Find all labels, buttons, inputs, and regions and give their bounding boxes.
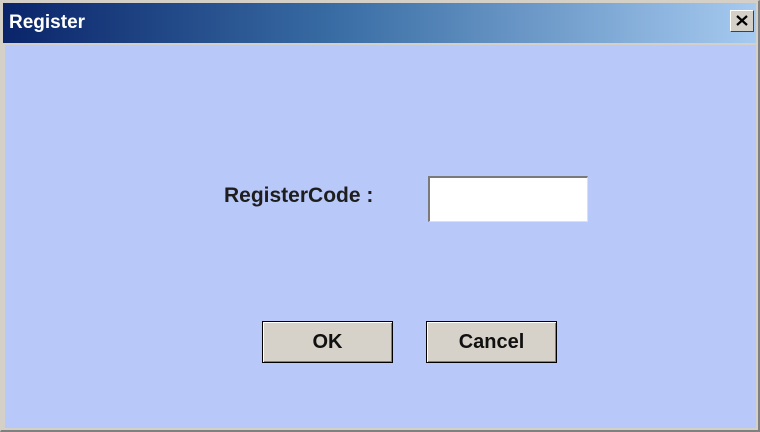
register-code-input[interactable]	[428, 176, 588, 222]
close-icon	[736, 15, 748, 26]
close-button[interactable]	[730, 10, 754, 32]
dialog-body: RegisterCode : OK Cancel	[5, 45, 756, 428]
register-dialog: Register RegisterCode : OK Cancel	[0, 0, 760, 432]
ok-button[interactable]: OK	[262, 321, 393, 363]
window-title: Register	[9, 12, 86, 33]
cancel-button[interactable]: Cancel	[426, 321, 557, 363]
title-bar[interactable]: Register	[3, 3, 756, 43]
register-code-label: RegisterCode :	[224, 184, 374, 207]
